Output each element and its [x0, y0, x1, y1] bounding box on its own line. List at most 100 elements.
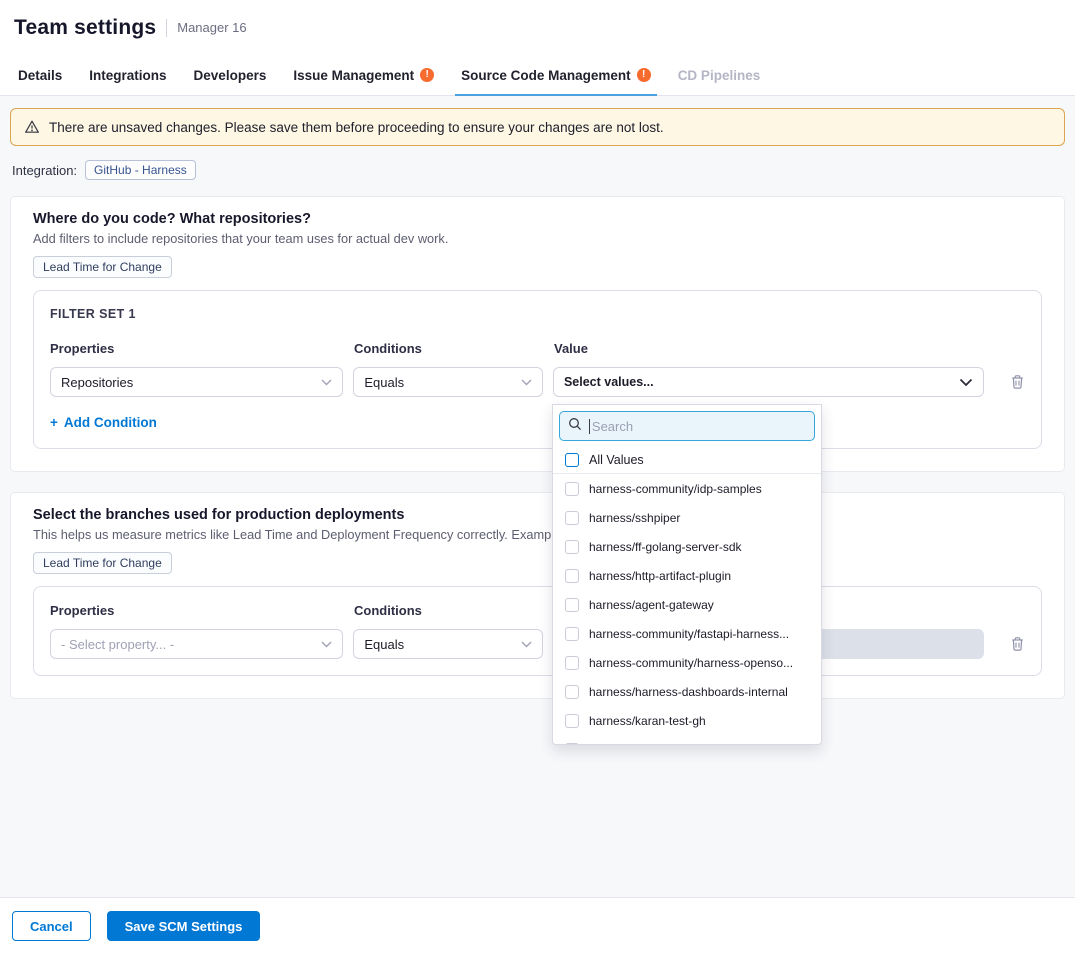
all-values-label: All Values — [589, 453, 644, 467]
checkbox-icon[interactable] — [565, 569, 579, 583]
properties-column-label: Properties — [50, 603, 344, 618]
footer-bar: Cancel Save SCM Settings — [0, 897, 1075, 954]
checkbox-icon[interactable] — [565, 540, 579, 554]
checkbox-icon[interactable] — [565, 511, 579, 525]
repo-option[interactable]: harness-community/fastapi-harness... — [553, 619, 821, 648]
repositories-section-subtitle: Add filters to include repositories that… — [33, 231, 1042, 246]
property-select[interactable]: Repositories — [50, 367, 343, 397]
delete-filter-button[interactable] — [1010, 374, 1025, 390]
tab-details-label: Details — [18, 68, 62, 83]
title-divider — [166, 19, 167, 37]
dropdown-search-box[interactable] — [559, 411, 815, 441]
text-cursor — [589, 419, 590, 434]
unsaved-changes-banner: There are unsaved changes. Please save t… — [10, 108, 1065, 146]
tab-developers-label: Developers — [194, 68, 267, 83]
repo-option-label: harness-community/idp-samples — [589, 482, 762, 496]
repo-option-label: harness/harness-dashboards-internal — [589, 685, 788, 699]
repo-option[interactable]: harness/agent-gateway — [553, 590, 821, 619]
tab-cd-pipelines: CD Pipelines — [678, 55, 761, 95]
banner-text: There are unsaved changes. Please save t… — [49, 120, 664, 135]
filter-set-1-row: Repositories Equals Select values... — [50, 367, 1025, 397]
repo-option[interactable]: harness/harness-dashboards-internal — [553, 677, 821, 706]
tab-details[interactable]: Details — [18, 55, 62, 95]
tab-integrations-label: Integrations — [89, 68, 166, 83]
tab-issue-management[interactable]: Issue Management ! — [293, 55, 434, 95]
value-column-label: Value — [554, 341, 986, 356]
value-dropdown-panel: All Values harness-community/idp-samples… — [552, 404, 822, 745]
branch-condition-value: Equals — [364, 637, 404, 652]
chevron-down-icon — [959, 378, 973, 387]
cancel-button[interactable]: Cancel — [12, 911, 91, 941]
integration-row: Integration: GitHub - Harness — [12, 160, 1063, 180]
warning-badge-icon: ! — [420, 68, 434, 82]
checkbox-icon[interactable] — [565, 714, 579, 728]
filter-set-1-column-labels: Properties Conditions Value — [50, 341, 1025, 356]
repo-option[interactable]: harness/http-artifact-plugin — [553, 561, 821, 590]
add-condition-button[interactable]: + Add Condition — [50, 415, 157, 430]
repo-option[interactable]: harness-community/harness-openso... — [553, 648, 821, 677]
repo-option[interactable]: harness-community/idp-samples — [553, 474, 821, 503]
filter-set-1: FILTER SET 1 Properties Conditions Value… — [33, 290, 1042, 449]
checkbox-icon[interactable] — [565, 482, 579, 496]
chevron-down-icon — [521, 379, 532, 386]
integration-chip[interactable]: GitHub - Harness — [85, 160, 196, 180]
tab-developers[interactable]: Developers — [194, 55, 267, 95]
branches-filter-column-labels: Properties Conditions — [50, 603, 1025, 618]
property-select-value: Repositories — [61, 375, 133, 390]
value-multiselect[interactable]: Select values... — [553, 367, 984, 397]
repo-option-label: harness/http-artifact-plugin — [589, 569, 731, 583]
lead-time-chip: Lead Time for Change — [33, 256, 172, 278]
chevron-down-icon — [321, 379, 332, 386]
chevron-down-icon — [521, 641, 532, 648]
condition-select[interactable]: Equals — [353, 367, 543, 397]
condition-select-value: Equals — [364, 375, 404, 390]
chevron-down-icon — [321, 641, 332, 648]
value-multiselect-placeholder: Select values... — [564, 375, 654, 389]
branches-section: Select the branches used for production … — [10, 492, 1065, 699]
plus-icon: + — [50, 415, 58, 430]
conditions-column-label: Conditions — [354, 603, 544, 618]
branch-property-placeholder: - Select property... - — [61, 637, 174, 652]
tab-source-code-management[interactable]: Source Code Management ! — [461, 55, 651, 95]
repo-option[interactable]: harness/ff-golang-server-sdk — [553, 532, 821, 561]
checkbox-icon[interactable] — [565, 627, 579, 641]
repo-option-label: harness/sshpiper — [589, 511, 680, 525]
branches-section-subtitle: This helps us measure metrics like Lead … — [33, 527, 1042, 542]
filter-set-1-title: FILTER SET 1 — [50, 307, 1025, 321]
repo-option-label: harness/ff-golang-server-sdk — [589, 540, 742, 554]
repo-option[interactable]: harness/sshpiper — [553, 503, 821, 532]
lead-time-chip: Lead Time for Change — [33, 552, 172, 574]
save-scm-settings-button[interactable]: Save SCM Settings — [107, 911, 261, 941]
conditions-column-label: Conditions — [354, 341, 544, 356]
branch-property-select[interactable]: - Select property... - — [50, 629, 343, 659]
properties-column-label: Properties — [50, 341, 344, 356]
warning-badge-icon: ! — [637, 68, 651, 82]
add-condition-label: Add Condition — [64, 415, 157, 430]
repo-option-label: harness-community/fastapi-harness... — [589, 627, 789, 641]
repo-option-label: harness/agent-gateway — [589, 598, 714, 612]
checkbox-icon[interactable] — [565, 685, 579, 699]
checkbox-icon[interactable] — [565, 453, 579, 467]
delete-filter-button[interactable] — [1010, 636, 1025, 652]
warning-triangle-icon — [24, 119, 40, 135]
checkbox-icon[interactable] — [565, 598, 579, 612]
branches-section-title: Select the branches used for production … — [33, 507, 1042, 523]
repo-option-label: harness/internal-test-dashboard — [589, 743, 758, 746]
repo-option[interactable]: harness/karan-test-gh — [553, 706, 821, 735]
checkbox-icon[interactable] — [565, 743, 579, 746]
page-subtitle: Manager 16 — [177, 20, 246, 35]
all-values-option[interactable]: All Values — [553, 447, 821, 474]
tab-integrations[interactable]: Integrations — [89, 55, 166, 95]
repositories-section: Where do you code? What repositories? Ad… — [10, 196, 1065, 472]
checkbox-icon[interactable] — [565, 656, 579, 670]
tab-bar: Details Integrations Developers Issue Ma… — [0, 55, 1075, 96]
tab-issue-management-label: Issue Management — [293, 68, 414, 83]
repo-option-clipped[interactable]: harness/internal-test-dashboard — [553, 735, 821, 745]
branches-filter-set: Properties Conditions - Select property.… — [33, 586, 1042, 676]
main-content: There are unsaved changes. Please save t… — [0, 96, 1075, 897]
repo-option-label: harness-community/harness-openso... — [589, 656, 793, 670]
branch-condition-select[interactable]: Equals — [353, 629, 543, 659]
tab-cd-pipelines-label: CD Pipelines — [678, 68, 761, 83]
page-title: Team settings — [14, 16, 156, 40]
dropdown-search-input[interactable] — [592, 419, 806, 434]
